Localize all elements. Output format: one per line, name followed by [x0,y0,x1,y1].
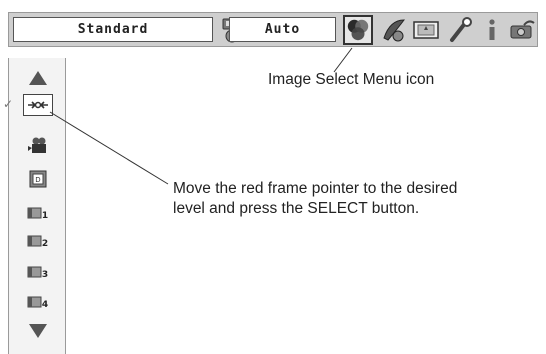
image-select-callout: Image Select Menu icon [268,71,435,88]
callout-leader-lines [49,47,353,185]
instruction-line-2: level and press the SELECT button. [173,200,420,217]
instruction-line-1: Move the red frame pointer to the desire… [173,180,458,197]
